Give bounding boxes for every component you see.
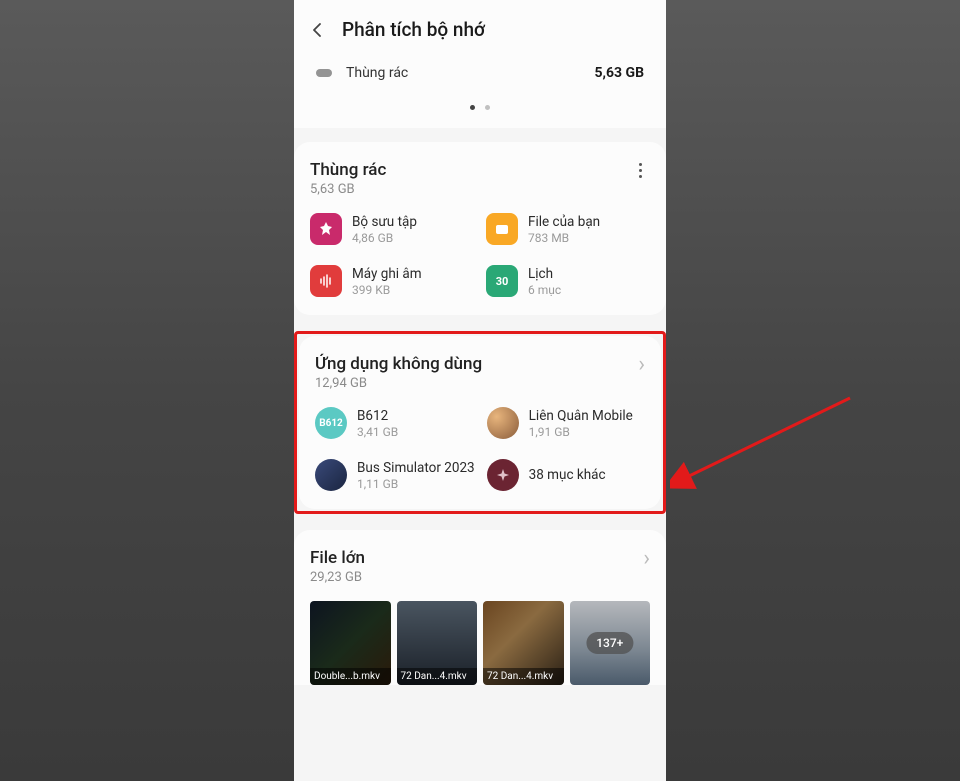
item-sub: 4,86 GB	[352, 231, 417, 245]
b612-icon: B612	[315, 407, 347, 439]
unused-item-more[interactable]: 38 mục khác	[487, 459, 645, 491]
card-unused-title: Ứng dụng không dùng	[315, 354, 482, 374]
bus-simulator-icon	[315, 459, 347, 491]
b612-text: B612	[319, 418, 343, 429]
item-label: 38 mục khác	[529, 467, 606, 483]
card-trash-title: Thùng rác	[310, 160, 386, 180]
card-unused-subtitle: 12,94 GB	[315, 376, 482, 391]
lienquan-icon	[487, 407, 519, 439]
gallery-icon	[310, 213, 342, 245]
item-label: File của bạn	[528, 214, 600, 230]
back-icon[interactable]	[308, 20, 328, 40]
item-label: B612	[357, 408, 398, 424]
item-label: Bus Simulator 2023	[357, 460, 475, 476]
thumb-label: 72 Dan...4.mkv	[397, 668, 478, 685]
unused-item-bus[interactable]: Bus Simulator 2023 1,11 GB	[315, 459, 475, 491]
card-trash: Thùng rác 5,63 GB Bộ sưu tập 4,86 GB	[294, 142, 666, 315]
page-dot-active	[470, 105, 475, 110]
unused-item-lienquan[interactable]: Liên Quân Mobile 1,91 GB	[487, 407, 645, 439]
item-label: Lịch	[528, 266, 561, 282]
unused-item-b612[interactable]: B612 B612 3,41 GB	[315, 407, 475, 439]
card-unused-apps[interactable]: Ứng dụng không dùng 12,94 GB › B612 B612…	[299, 336, 661, 509]
file-thumb[interactable]: 72 Dan...4.mkv	[397, 601, 478, 685]
item-label: Bộ sưu tập	[352, 214, 417, 230]
file-thumb-more[interactable]: 137+	[570, 601, 651, 685]
file-thumb[interactable]: 72 Dan...4.mkv	[483, 601, 564, 685]
item-label: Máy ghi âm	[352, 266, 422, 282]
card-large-title: File lớn	[310, 548, 365, 568]
app-header: Phân tích bộ nhớ	[294, 0, 666, 55]
item-sub: 6 mục	[528, 283, 561, 297]
chevron-right-icon[interactable]: ›	[643, 548, 650, 570]
thumb-label: 72 Dan...4.mkv	[483, 668, 564, 685]
page-indicator	[294, 87, 666, 128]
more-apps-icon	[487, 459, 519, 491]
trash-item-calendar[interactable]: 30 Lịch 6 mục	[486, 265, 650, 297]
unused-grid: B612 B612 3,41 GB Liên Quân Mobile 1,91 …	[315, 407, 645, 491]
card-large-subtitle: 29,23 GB	[310, 570, 365, 585]
trash-summary-label: Thùng rác	[346, 65, 595, 81]
item-sub: 1,91 GB	[529, 425, 633, 439]
calendar-icon: 30	[486, 265, 518, 297]
card-large-header: File lớn 29,23 GB ›	[310, 548, 650, 585]
thumb-label: Double...b.mkv	[310, 668, 391, 685]
phone-screen: Phân tích bộ nhớ Thùng rác 5,63 GB Thùng…	[294, 0, 666, 781]
item-sub: 1,11 GB	[357, 477, 475, 491]
trash-item-voice[interactable]: Máy ghi âm 399 KB	[310, 265, 474, 297]
chevron-right-icon[interactable]: ›	[638, 354, 645, 376]
file-thumb[interactable]: Double...b.mkv	[310, 601, 391, 685]
calendar-day: 30	[496, 275, 509, 288]
trash-item-files[interactable]: File của bạn 783 MB	[486, 213, 650, 245]
large-file-thumbs: Double...b.mkv 72 Dan...4.mkv 72 Dan...4…	[310, 601, 650, 685]
trash-summary-size: 5,63 GB	[595, 65, 645, 81]
arrow-annotation	[670, 388, 870, 508]
trash-grid: Bộ sưu tập 4,86 GB File của bạn 783 MB	[310, 213, 650, 297]
item-sub: 3,41 GB	[357, 425, 398, 439]
trash-summary-row: Thùng rác 5,63 GB	[294, 55, 666, 87]
card-unused-header: Ứng dụng không dùng 12,94 GB ›	[315, 354, 645, 391]
more-count-badge: 137+	[586, 632, 633, 654]
card-large-files[interactable]: File lớn 29,23 GB › Double...b.mkv 72 Da…	[294, 530, 666, 685]
item-sub: 399 KB	[352, 283, 422, 297]
more-menu-icon[interactable]	[630, 160, 650, 180]
trash-color-pill	[316, 69, 332, 77]
card-trash-header: Thùng rác 5,63 GB	[310, 160, 650, 197]
card-trash-subtitle: 5,63 GB	[310, 182, 386, 197]
page-title: Phân tích bộ nhớ	[342, 18, 485, 41]
trash-item-gallery[interactable]: Bộ sưu tập 4,86 GB	[310, 213, 474, 245]
files-icon	[486, 213, 518, 245]
item-sub: 783 MB	[528, 231, 600, 245]
voice-recorder-icon	[310, 265, 342, 297]
page-dot-inactive	[485, 105, 490, 110]
highlight-annotation: Ứng dụng không dùng 12,94 GB › B612 B612…	[294, 331, 666, 514]
item-label: Liên Quân Mobile	[529, 408, 633, 424]
